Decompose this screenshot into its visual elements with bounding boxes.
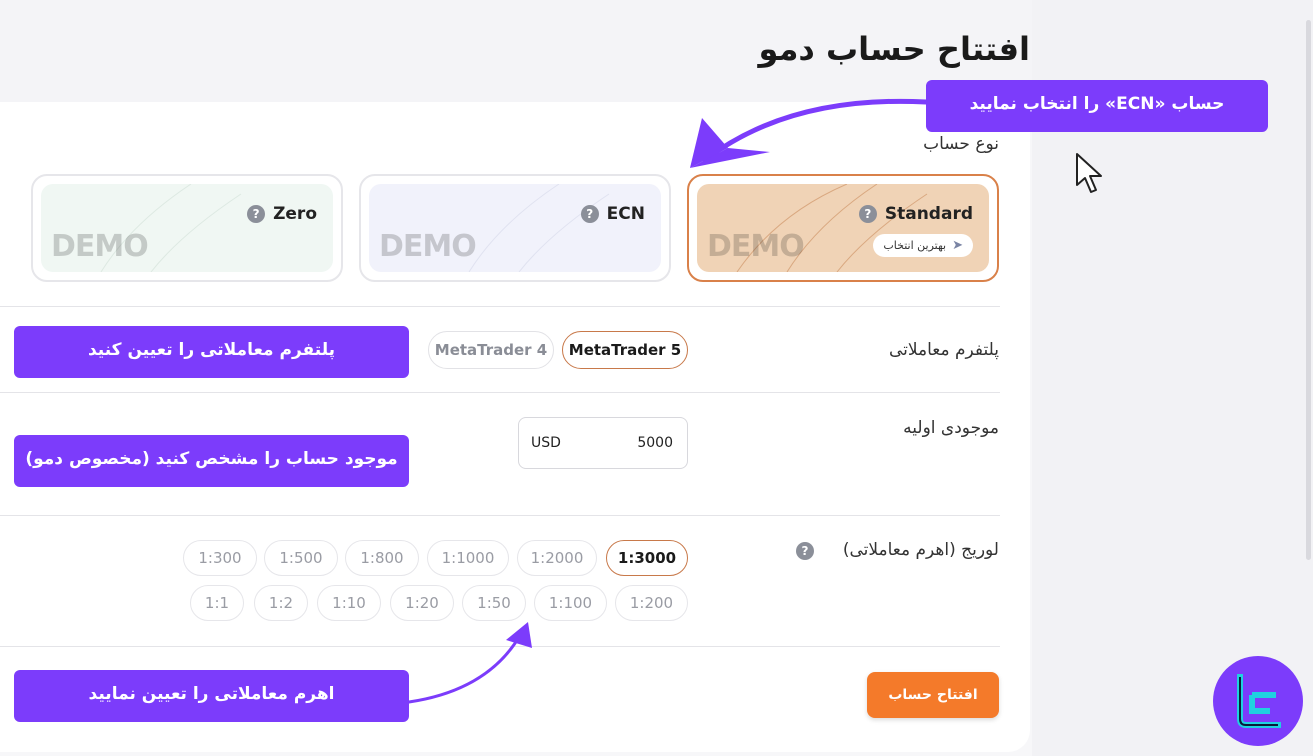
page-title: افتتاح حساب دمو xyxy=(758,30,1031,68)
help-icon[interactable]: ? xyxy=(247,205,266,223)
leverage-option[interactable]: 1:500 xyxy=(264,540,338,576)
leverage-option[interactable]: 1:1 xyxy=(190,585,244,621)
annotation-set-balance: موجود حساب را مشخص کنید (مخصوص دمو) xyxy=(14,435,409,487)
help-icon[interactable]: ? xyxy=(580,205,599,223)
mouse-cursor-icon xyxy=(1076,153,1102,193)
scrollbar[interactable] xyxy=(1306,20,1311,560)
rocket-icon: ➤ xyxy=(952,238,963,253)
leverage-option[interactable]: 1:2 xyxy=(254,585,308,621)
account-option-zero[interactable]: ? Zero DEMO xyxy=(31,174,343,282)
balance-label: موجودی اولیه xyxy=(903,418,999,438)
account-option-standard[interactable]: ? Standard ➤ بهترین انتخاب DEMO xyxy=(687,174,999,282)
leverage-label-group: لوریج (اهرم معاملاتی) xyxy=(843,540,999,560)
annotation-set-platform: پلتفرم معاملاتی را تعیین کنید xyxy=(14,326,409,378)
divider xyxy=(0,646,1000,647)
platform-mt5-button[interactable]: MetaTrader 5 xyxy=(562,331,688,369)
best-choice-badge: ➤ بهترین انتخاب xyxy=(873,234,973,257)
account-option-ecn[interactable]: ? ECN DEMO xyxy=(359,174,671,282)
open-account-button[interactable]: افتتاح حساب xyxy=(867,672,999,718)
account-name: ? Standard xyxy=(858,204,973,224)
help-icon[interactable]: ? xyxy=(858,205,877,223)
demo-watermark: DEMO xyxy=(707,229,805,264)
leverage-option[interactable]: 1:50 xyxy=(462,585,526,621)
platform-mt4-button[interactable]: MetaTrader 4 xyxy=(428,331,554,369)
platform-label: پلتفرم معاملاتی xyxy=(888,340,999,360)
annotation-select-ecn: حساب «ECN» را انتخاب نمایید xyxy=(926,80,1268,132)
leverage-option[interactable]: 1:3000 xyxy=(606,540,688,576)
balance-input[interactable]: USD 5000 xyxy=(518,417,688,469)
balance-value: 5000 xyxy=(637,435,673,451)
help-icon[interactable]: ? xyxy=(796,542,814,560)
leverage-option[interactable]: 1:20 xyxy=(390,585,454,621)
account-name: ? ECN xyxy=(580,204,645,224)
divider xyxy=(0,306,1000,307)
logo-glyph xyxy=(1237,674,1281,728)
account-name: ? Zero xyxy=(247,204,317,224)
annotation-set-leverage: اهرم معاملاتی را تعیین نمایید xyxy=(14,670,409,722)
demo-watermark: DEMO xyxy=(379,229,477,264)
brand-logo-icon[interactable] xyxy=(1213,656,1303,746)
leverage-option[interactable]: 1:1000 xyxy=(427,540,509,576)
leverage-option[interactable]: 1:200 xyxy=(615,585,688,621)
account-type-label: نوع حساب xyxy=(923,134,999,154)
leverage-option[interactable]: 1:2000 xyxy=(517,540,597,576)
leverage-option[interactable]: 1:800 xyxy=(345,540,419,576)
balance-currency: USD xyxy=(531,435,561,451)
leverage-option[interactable]: 1:300 xyxy=(183,540,257,576)
divider xyxy=(0,515,1000,516)
leverage-option[interactable]: 1:100 xyxy=(534,585,607,621)
leverage-option[interactable]: 1:10 xyxy=(317,585,381,621)
demo-watermark: DEMO xyxy=(51,229,149,264)
leverage-label: لوریج (اهرم معاملاتی) xyxy=(842,540,999,560)
divider xyxy=(0,392,1000,393)
